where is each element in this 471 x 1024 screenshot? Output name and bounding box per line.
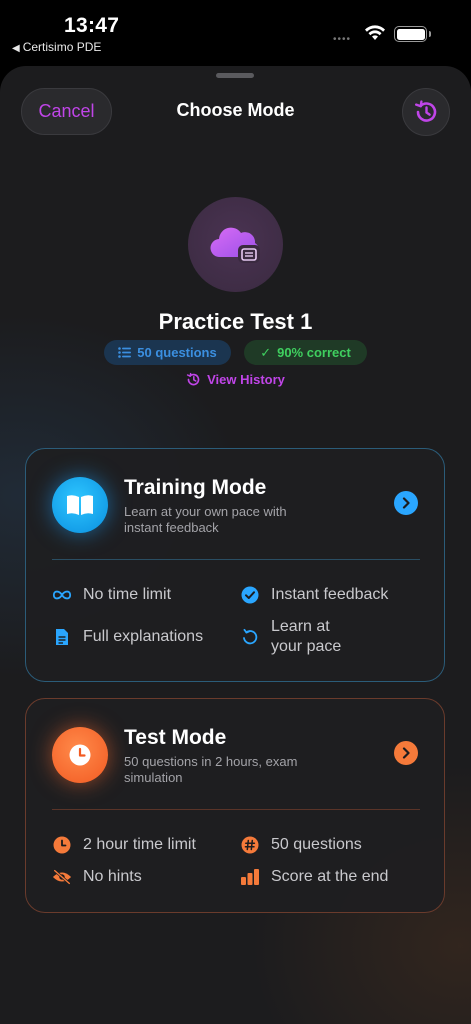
feature-item: Full explanations [52,627,203,647]
book-icon [67,495,93,515]
history-clock-icon [415,100,437,122]
questions-count-badge: 50 questions [104,340,231,365]
back-triangle-icon: ◀ [12,43,20,54]
correct-rate-label: 90% correct [277,345,351,360]
training-mode-card[interactable]: Training Mode Learn at your own pace wit… [25,448,445,682]
feature-item: Learn at your pace [240,617,350,657]
test-mode-card[interactable]: Test Mode 50 questions in 2 hours, exam … [25,698,445,913]
status-time: 13:47 [64,14,120,37]
history-button[interactable] [402,88,450,136]
battery-icon [394,26,431,42]
feature-label: 50 questions [271,836,362,853]
feature-label: Instant feedback [271,586,389,603]
view-history-link[interactable]: View History [0,372,471,387]
feature-label: Score at the end [271,868,389,885]
clock-icon [52,835,72,855]
test-clock-icon-badge [52,727,108,783]
chevron-right-icon[interactable] [394,741,418,765]
feature-label: No hints [83,868,142,885]
practice-test-title: Practice Test 1 [158,309,313,334]
cellular-signal-icon: •••• [333,34,352,45]
feature-label: Learn at your pace [271,618,342,655]
test-mode-title: Test Mode [124,726,227,749]
feature-item: Instant feedback [240,585,388,605]
document-icon [52,627,72,647]
eye-slash-icon [52,867,72,887]
sheet-grabber[interactable] [216,73,254,78]
page-title: Choose Mode [176,100,295,120]
status-bar: 13:47 ◀ Certisimo PDE •••• [0,0,471,64]
feature-item: 2 hour time limit [52,835,196,855]
feature-label: No time limit [83,586,172,603]
clock-icon [69,744,91,766]
training-book-icon-badge [52,477,108,533]
feature-label: Full explanations [83,628,204,645]
infinity-icon [52,585,72,605]
back-app-label: Certisimo PDE [22,40,102,54]
feature-item: No hints [52,867,142,887]
training-mode-subtitle: Learn at your own pace with instant feed… [124,504,287,535]
view-history-label: View History [207,372,285,387]
history-icon [186,372,200,386]
questions-count-label: 50 questions [137,345,217,360]
feature-item: No time limit [52,585,171,605]
feature-label: 2 hour time limit [83,836,196,853]
card-divider [52,809,420,810]
feature-item: 50 questions [240,835,362,855]
list-icon [118,347,132,358]
correct-rate-badge: ✓ 90% correct [244,340,367,365]
checkmark-circle-icon [240,585,260,605]
card-divider [52,559,420,560]
bar-chart-icon [240,867,260,887]
back-to-app-link[interactable]: ◀ Certisimo PDE [12,40,101,54]
training-mode-title: Training Mode [124,476,267,499]
chevron-right-icon[interactable] [394,491,418,515]
test-mode-subtitle: 50 questions in 2 hours, exam simulation [124,754,298,785]
test-cloud-icon-badge [188,197,283,292]
number-sign-icon [240,835,260,855]
feature-item: Score at the end [240,867,388,887]
checkmark-icon: ✓ [260,344,272,360]
wifi-icon [365,25,385,40]
choose-mode-sheet: Cancel Choose Mode Practice Test 1 50 qu… [0,66,471,1024]
refresh-icon [240,627,260,647]
cloud-icon [209,227,260,263]
